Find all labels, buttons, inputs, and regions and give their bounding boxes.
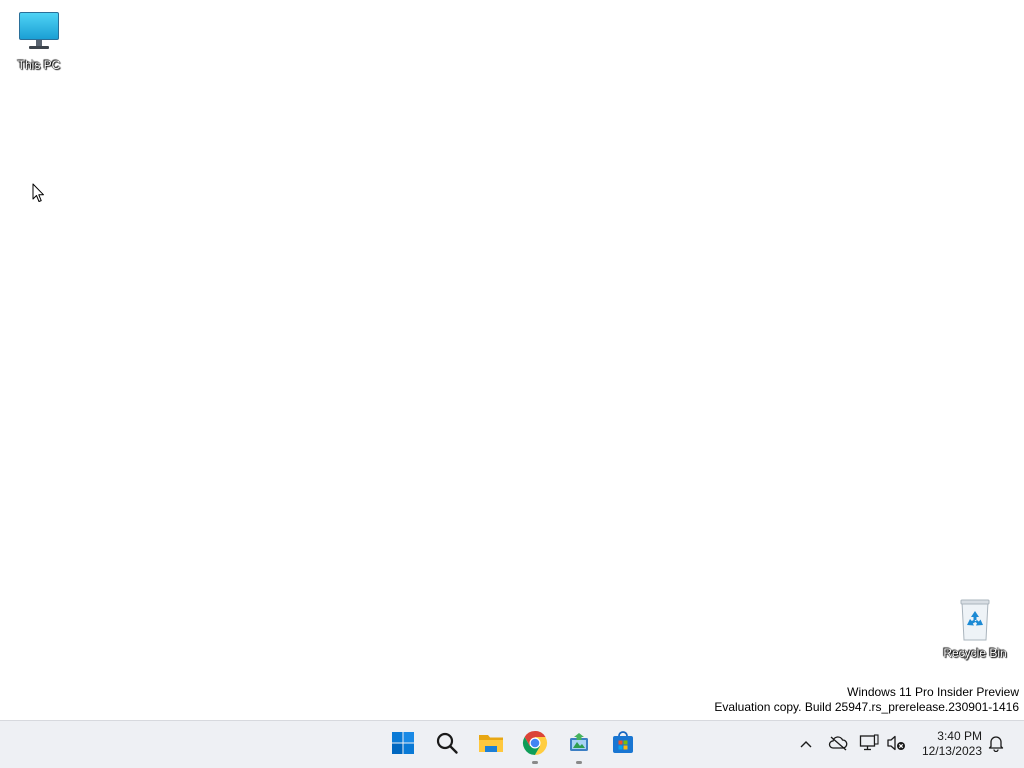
search-icon bbox=[435, 731, 459, 760]
clock-date: 12/13/2023 bbox=[921, 744, 982, 758]
running-indicator bbox=[532, 761, 538, 764]
search-button[interactable] bbox=[427, 725, 467, 765]
desktop-icon-label: This PC bbox=[17, 58, 61, 72]
start-button[interactable] bbox=[383, 725, 423, 765]
volume-muted-icon bbox=[886, 734, 906, 757]
network-tray-button[interactable] bbox=[857, 733, 881, 757]
microsoft-store-button[interactable] bbox=[603, 725, 643, 765]
mouse-cursor-icon bbox=[32, 183, 46, 203]
watermark-build: Evaluation copy. Build 25947.rs_prerelea… bbox=[714, 700, 1019, 714]
network-icon bbox=[859, 733, 879, 757]
show-hidden-icons-button[interactable] bbox=[794, 733, 818, 757]
notification-bell-icon bbox=[987, 734, 1005, 757]
clock-time: 3:40 PM bbox=[937, 729, 982, 743]
desktop-icon-recycle-bin[interactable]: Recycle Bin bbox=[937, 596, 1013, 660]
app-icon bbox=[567, 731, 591, 760]
chevron-up-icon bbox=[799, 736, 813, 754]
notifications-button[interactable] bbox=[984, 733, 1008, 757]
store-icon bbox=[611, 730, 635, 760]
clock[interactable]: 3:40 PM 12/13/2023 bbox=[910, 729, 982, 759]
windows-start-icon bbox=[391, 731, 415, 760]
running-indicator bbox=[576, 761, 582, 764]
taskbar: 3:40 PM 12/13/2023 bbox=[0, 720, 1024, 768]
watermark-edition: Windows 11 Pro Insider Preview bbox=[847, 685, 1019, 699]
chrome-button[interactable] bbox=[515, 725, 555, 765]
volume-tray-button[interactable] bbox=[884, 733, 908, 757]
onedrive-offline-icon bbox=[828, 735, 848, 756]
monitor-icon bbox=[15, 8, 63, 56]
desktop-icon-label: Recycle Bin bbox=[943, 646, 1007, 660]
file-explorer-button[interactable] bbox=[471, 725, 511, 765]
windows-watermark: Windows 11 Pro Insider Preview Evaluatio… bbox=[714, 685, 1019, 715]
desktop[interactable]: This PC Recycle Bin Windows 11 Pro Insid… bbox=[0, 0, 1024, 720]
folder-icon bbox=[478, 731, 504, 760]
desktop-icon-this-pc[interactable]: This PC bbox=[1, 8, 77, 72]
recycle-bin-icon bbox=[951, 596, 999, 644]
onedrive-tray-button[interactable] bbox=[826, 733, 850, 757]
chrome-icon bbox=[522, 730, 548, 761]
app-button[interactable] bbox=[559, 725, 599, 765]
